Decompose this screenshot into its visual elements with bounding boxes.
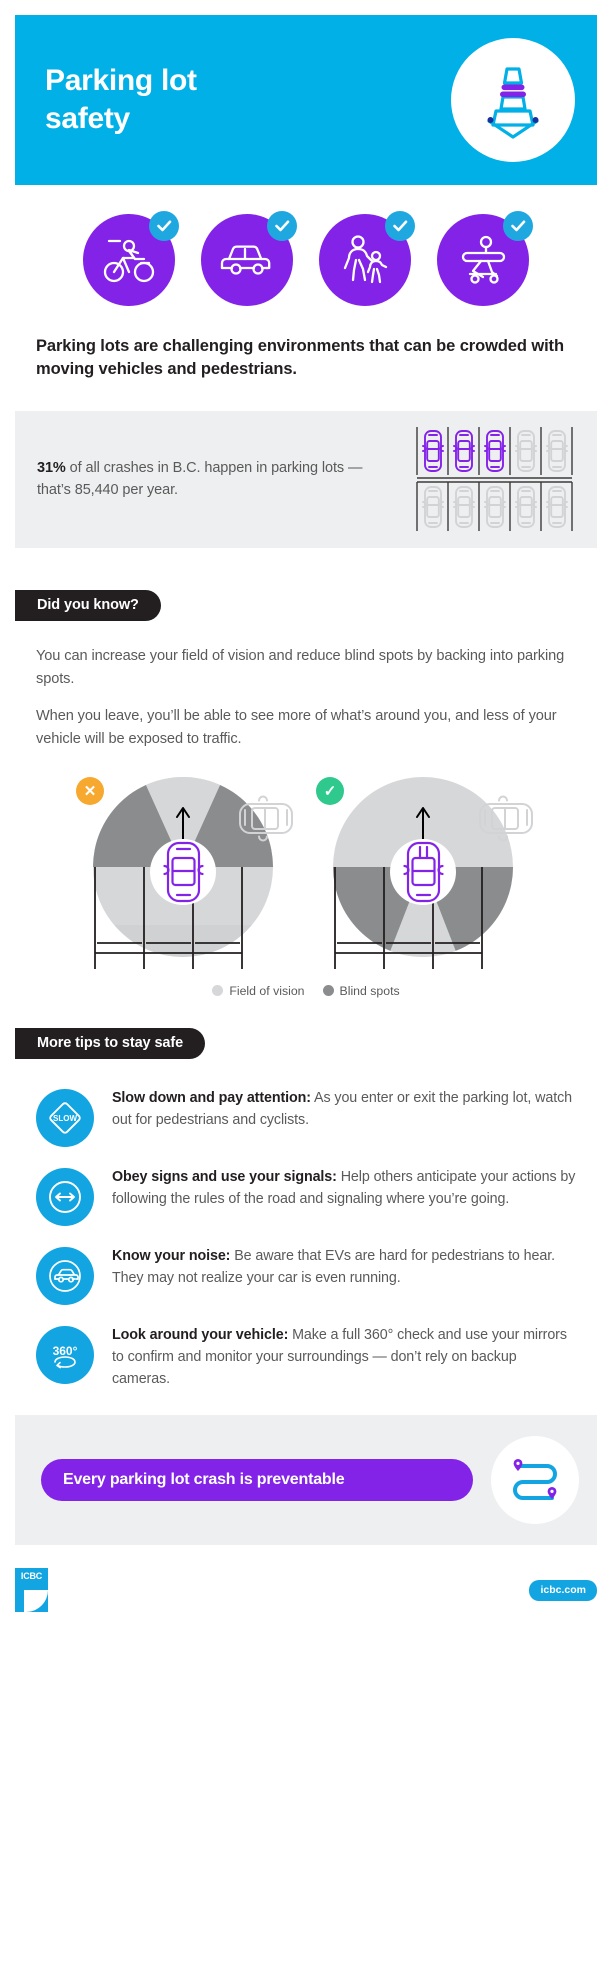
tip-icon-wrap-signals	[36, 1167, 94, 1226]
legend-item-blind-spots: Blind spots	[322, 983, 400, 998]
slow-sign-icon: SLOW	[49, 1102, 81, 1134]
hero-icon-badge	[451, 38, 575, 162]
statistic-text: 31% of all crashes in B.C. happen in par…	[37, 457, 400, 501]
cyclist-icon	[103, 239, 155, 283]
cta-message: Every parking lot crash is preventable	[41, 1459, 473, 1502]
legend-item-field-of-vision: Field of vision	[212, 983, 305, 998]
check-icon	[510, 220, 525, 232]
tip-text-slow-down: Slow down and pay attention: As you ente…	[112, 1087, 576, 1132]
did-you-know-paragraph-2: When you leave, you’ll be able to see mo…	[36, 708, 557, 748]
road-user-item-cyclist	[83, 211, 179, 306]
check-badge: ✓	[316, 776, 344, 805]
tip-icon-wrap-slow: SLOW	[36, 1088, 94, 1147]
tips-list: SLOW Slow down and pay attention: As you…	[36, 1087, 576, 1391]
tip-title-look-around: Look around your vehicle:	[112, 1326, 289, 1343]
icbc-logo-text: ICBC	[20, 1571, 43, 1582]
website-pill[interactable]: icbc.com	[529, 1579, 597, 1601]
diagram-legend: Field of vision Blind spots	[0, 984, 612, 998]
winding-road-pins-icon	[513, 1459, 557, 1501]
tip-item-know-your-noise: Know your noise: Be aware that EVs are h…	[36, 1245, 576, 1305]
page-title-line2: safety	[45, 102, 130, 135]
parking-lot-grid-diagram	[416, 427, 573, 532]
legend-dot-blind-spots	[322, 985, 334, 997]
cta-panel: Every parking lot crash is preventable	[15, 1415, 597, 1546]
lead-paragraph: Parking lots are challenging environment…	[36, 337, 564, 379]
car-icon	[220, 245, 271, 275]
traffic-cone-icon	[487, 67, 539, 139]
check-icon	[274, 220, 289, 232]
check-badge-pedestrians	[385, 211, 415, 241]
road-user-item-car	[201, 211, 297, 306]
legend-label-field-of-vision: Field of vision	[229, 983, 305, 998]
statistic-panel: 31% of all crashes in B.C. happen in par…	[15, 410, 597, 548]
tip-item-obey-signs: Obey signs and use your signals: Help ot…	[36, 1166, 576, 1226]
diagram-backed-in-parking: ✓	[311, 775, 541, 970]
page-title-line1: Parking lot	[45, 63, 197, 97]
tip-item-slow-down: SLOW Slow down and pay attention: As you…	[36, 1087, 576, 1147]
check-badge-car	[267, 211, 297, 241]
legend-label-blind-spots: Blind spots	[339, 983, 400, 998]
two-way-arrow-icon	[49, 1180, 81, 1213]
front-in-parking-illustration	[93, 776, 293, 969]
check-icon	[156, 220, 171, 232]
did-you-know-paragraph-1: You can increase your field of vision an…	[36, 647, 565, 687]
pedestrians-icon	[343, 235, 388, 284]
section-header-did-you-know: Did you know?	[15, 589, 161, 621]
tip-icon-wrap-360: 360°	[36, 1325, 94, 1384]
check-icon	[392, 220, 407, 232]
legend-dot-field-of-vision	[212, 985, 224, 997]
road-user-item-skateboarder	[437, 211, 533, 306]
skateboarder-icon	[461, 235, 506, 284]
section-header-more-tips: More tips to stay safe	[15, 1027, 206, 1059]
360-check-icon: 360°	[53, 1344, 78, 1369]
blind-spot-diagram-pair: ✕ ✓	[0, 775, 612, 970]
backed-in-parking-illustration	[333, 776, 533, 969]
360-text: 360°	[53, 1344, 78, 1358]
tip-title-know-your-noise: Know your noise:	[112, 1247, 231, 1264]
tip-item-look-around: 360° Look around your vehicle: Make a fu…	[36, 1324, 576, 1391]
check-badge-cyclist	[149, 211, 179, 241]
parking-lot-diagram-wrap	[400, 425, 575, 533]
page-title: Parking lot safety	[45, 62, 197, 139]
check-badge-skateboarder	[503, 211, 533, 241]
statistic-percent: 31%	[37, 460, 66, 477]
tip-text-look-around: Look around your vehicle: Make a full 36…	[112, 1324, 576, 1391]
quiet-ev-icon	[49, 1260, 81, 1292]
tip-title-obey-signs: Obey signs and use your signals:	[112, 1168, 337, 1185]
slow-sign-text: SLOW	[53, 1114, 77, 1123]
road-user-item-pedestrians	[319, 211, 415, 306]
statistic-detail: of all crashes in B.C. happen in parking…	[37, 460, 363, 499]
tip-title-slow-down: Slow down and pay attention:	[112, 1089, 311, 1106]
footer: ICBC icbc.com	[15, 1567, 597, 1613]
icbc-logo: ICBC	[15, 1568, 48, 1613]
diagram-front-in-parking: ✕	[71, 775, 301, 970]
cta-icon-badge	[491, 1436, 579, 1525]
tip-text-obey-signs: Obey signs and use your signals: Help ot…	[112, 1166, 576, 1211]
tip-icon-wrap-ev	[36, 1246, 94, 1305]
x-badge: ✕	[76, 776, 104, 805]
road-user-icon-row	[0, 211, 612, 306]
tip-text-know-your-noise: Know your noise: Be aware that EVs are h…	[112, 1245, 576, 1290]
hero-banner: Parking lot safety	[15, 15, 597, 185]
